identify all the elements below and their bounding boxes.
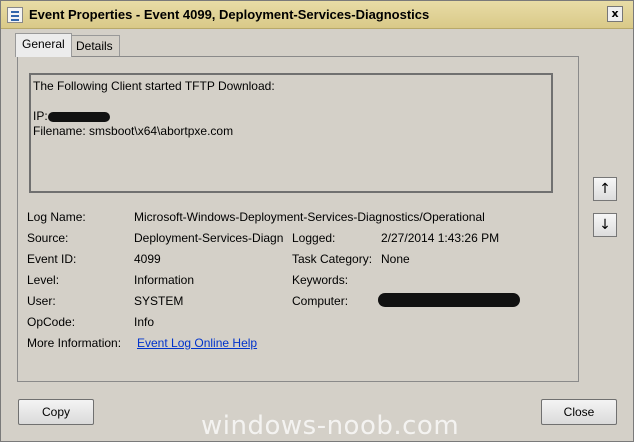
keywords-label: Keywords:	[292, 273, 349, 287]
close-window-button[interactable]: x	[607, 6, 623, 22]
opcode-value: Info	[134, 315, 155, 329]
computer-redaction	[378, 293, 520, 307]
arrow-up-icon: ↑	[599, 181, 611, 197]
task-category-value: None	[381, 252, 410, 266]
previous-event-button[interactable]: ↑	[593, 177, 617, 201]
task-category-label: Task Category:	[292, 252, 373, 266]
watermark: windows-noob.com	[201, 411, 460, 441]
event-id-label: Event ID:	[27, 252, 77, 266]
log-name-label: Log Name:	[27, 210, 86, 224]
title-bar[interactable]: Event Properties - Event 4099, Deploymen…	[1, 1, 633, 29]
log-name-value: Microsoft-Windows-Deployment-Services-Di…	[134, 210, 485, 224]
description-line: The Following Client started TFTP Downlo…	[33, 79, 275, 93]
ip-redaction	[47, 111, 110, 122]
more-information-label: More Information:	[27, 336, 122, 350]
close-button[interactable]: Close	[541, 399, 617, 425]
event-properties-window: Event Properties - Event 4099, Deploymen…	[0, 0, 634, 442]
level-value: Information	[134, 273, 195, 287]
user-value: SYSTEM	[134, 294, 184, 308]
logged-value: 2/27/2014 1:43:26 PM	[381, 231, 500, 245]
event-description-box[interactable]: The Following Client started TFTP Downlo…	[29, 73, 553, 193]
event-id-value: 4099	[134, 252, 161, 266]
logged-label: Logged:	[292, 231, 336, 245]
tab-general[interactable]: General	[15, 33, 72, 57]
window-title: Event Properties - Event 4099, Deploymen…	[29, 7, 430, 22]
ip-line: IP:	[33, 109, 549, 124]
user-label: User:	[27, 294, 56, 308]
computer-label: Computer:	[292, 294, 349, 308]
copy-button[interactable]: Copy	[18, 399, 94, 425]
level-label: Level:	[27, 273, 60, 287]
event-log-online-help-link[interactable]: Event Log Online Help	[137, 336, 257, 350]
source-value: Deployment-Services-Diagn	[134, 231, 284, 245]
event-viewer-icon	[7, 7, 23, 23]
tab-details[interactable]: Details	[69, 35, 120, 57]
filename-line: Filename: smsboot\x64\abortpxe.com	[33, 124, 234, 138]
opcode-label: OpCode:	[27, 315, 76, 329]
ip-label: IP:	[33, 109, 48, 123]
next-event-button[interactable]: ↓	[593, 213, 617, 237]
arrow-down-icon: ↓	[599, 217, 611, 233]
source-label: Source:	[27, 231, 69, 245]
